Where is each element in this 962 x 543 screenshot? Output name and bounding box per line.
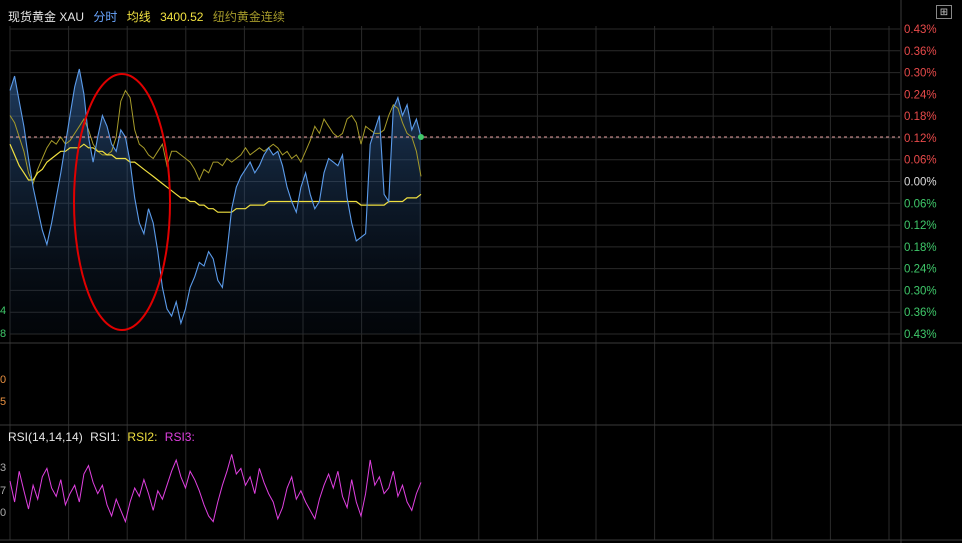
y-tick-label: 0.18% <box>904 242 937 254</box>
y-tick-label: 0.06% <box>904 198 937 210</box>
y-tick-label: 0.00% <box>904 177 937 189</box>
rsi3-label: RSI3: <box>164 430 195 444</box>
rsi-header: RSI(14,14,14) RSI1: RSI2: RSI3: <box>8 430 199 444</box>
y-tick-label: 0.30% <box>904 68 937 80</box>
last-price-dot <box>418 134 424 141</box>
left-axis-fragment: 3 <box>0 462 6 474</box>
y-tick-label: 0.12% <box>904 133 937 145</box>
average-line-value: 3400.52 <box>160 10 204 24</box>
expand-icon[interactable]: ⊞ <box>936 5 952 19</box>
y-tick-label: 0.30% <box>904 285 937 297</box>
y-tick-label: 0.24% <box>904 89 937 101</box>
left-axis-fragment: 8 <box>0 328 6 340</box>
left-axis-fragment: 7 <box>0 485 6 497</box>
left-axis-fragment: 5 <box>0 396 6 408</box>
y-tick-label: 0.12% <box>904 220 937 232</box>
rsi-series-line <box>9 454 422 524</box>
y-tick-label: 0.43% <box>904 329 937 341</box>
rsi-indicator-name[interactable]: RSI(14,14,14) <box>8 430 83 444</box>
y-tick-label: 0.24% <box>904 264 937 276</box>
y-tick-label: 0.18% <box>904 111 937 123</box>
chart-canvas: 0.43% 0.36% 0.30% 0.24% 0.18% 0.12% 0.06% 0.00%… <box>0 0 962 543</box>
left-axis-fragments: 4 8 0 5 3 7 0 <box>0 305 6 519</box>
rsi2-label: RSI2: <box>127 430 158 444</box>
compare-instrument-label: 纽约黄金连续 <box>212 10 285 24</box>
y-tick-label: 0.43% <box>904 24 937 36</box>
chart-header: 现货黄金 XAU 分时 均线 3400.52 纽约黄金连续 <box>8 8 291 25</box>
y-axis-tick-labels: 0.43% 0.36% 0.30% 0.24% 0.18% 0.12% 0.06% 0.00%… <box>904 24 937 341</box>
y-tick-label: 0.36% <box>904 46 937 58</box>
left-axis-fragment: 0 <box>0 374 6 386</box>
left-axis-fragment: 4 <box>0 305 6 317</box>
left-axis-fragment: 0 <box>0 507 6 519</box>
y-tick-label: 0.36% <box>904 307 937 319</box>
y-tick-label: 0.06% <box>904 155 937 167</box>
average-line-label: 均线 <box>126 10 151 24</box>
timeshare-mode-label[interactable]: 分时 <box>93 10 117 24</box>
rsi1-label: RSI1: <box>90 430 121 444</box>
instrument-title: 现货黄金 XAU <box>8 10 85 24</box>
